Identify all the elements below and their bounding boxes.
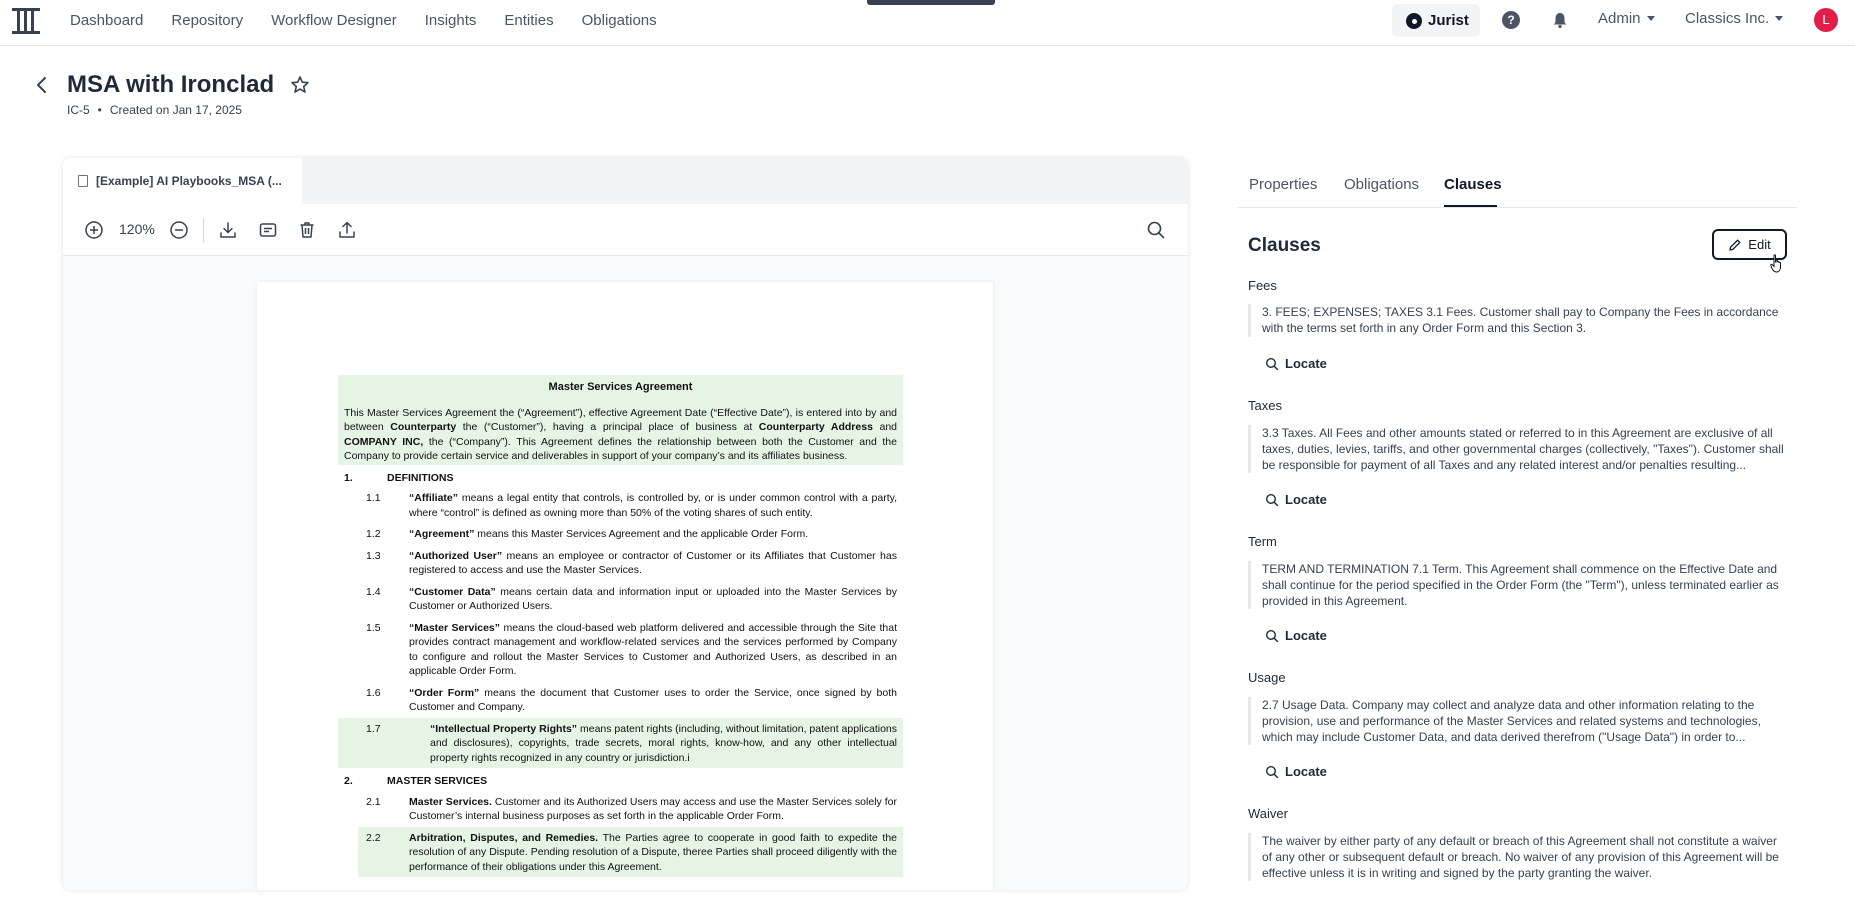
active-tab-indicator: [1444, 205, 1497, 207]
nav-workflow-designer[interactable]: Workflow Designer: [271, 12, 397, 29]
help-icon[interactable]: ?: [1502, 11, 1520, 29]
nav-obligations[interactable]: Obligations: [582, 12, 657, 29]
chevron-down-icon: [1775, 16, 1784, 21]
tab-obligations[interactable]: Obligations: [1344, 176, 1419, 193]
doc-highlight-intro: Master Services Agreement This Master Se…: [338, 375, 903, 465]
document-canvas[interactable]: Master Services Agreement This Master Se…: [63, 256, 1188, 890]
top-nav: Dashboard Repository Workflow Designer I…: [0, 0, 1855, 46]
clause-text-usage: 2.7 Usage Data. Company may collect and …: [1248, 697, 1788, 745]
file-tab[interactable]: [Example] AI Playbooks_MSA (...: [63, 158, 302, 204]
nav-entities[interactable]: Entities: [504, 12, 553, 29]
admin-menu[interactable]: Admin: [1598, 10, 1655, 27]
back-icon[interactable]: [34, 76, 50, 94]
toolbar-divider: [203, 218, 204, 242]
locate-search-icon: [1265, 493, 1279, 506]
jurist-label: Jurist: [1428, 12, 1469, 29]
file-tab-label: [Example] AI Playbooks_MSA (...: [96, 174, 282, 188]
locate-label: Locate: [1285, 628, 1327, 643]
avatar[interactable]: L: [1814, 8, 1838, 32]
zoom-out-icon[interactable]: [169, 220, 189, 240]
clause-text-waiver: The waiver by either party of any defaul…: [1248, 833, 1788, 881]
record-id: IC-5: [67, 103, 90, 117]
nav-repository[interactable]: Repository: [171, 12, 243, 29]
tab-properties[interactable]: Properties: [1249, 176, 1317, 193]
document-page: Master Services Agreement This Master Se…: [257, 282, 993, 890]
doc-clause: 2.1 Master Services. Customer and its Aut…: [366, 795, 897, 823]
nav-items: Dashboard Repository Workflow Designer I…: [70, 0, 685, 40]
bell-icon[interactable]: [1551, 11, 1569, 29]
doc-definition: 1.6 “Order Form” means the document that …: [366, 686, 897, 714]
clause-label-usage: Usage: [1248, 670, 1286, 685]
meta-separator: •: [97, 103, 102, 117]
zoom-in-icon[interactable]: [84, 220, 104, 240]
locate-button-term[interactable]: Locate: [1265, 628, 1327, 643]
comment-icon[interactable]: [258, 220, 278, 240]
locate-button-usage[interactable]: Locate: [1265, 764, 1327, 779]
doc-section-heading: 2. MASTER SERVICES: [344, 775, 488, 787]
download-icon[interactable]: [218, 220, 238, 240]
edit-label: Edit: [1748, 237, 1771, 252]
clause-text-taxes: 3.3 Taxes. All Fees and other amounts st…: [1248, 425, 1788, 473]
viewer-toolbar: 120%: [63, 204, 1188, 256]
org-menu[interactable]: Classics Inc.: [1685, 10, 1784, 27]
org-label: Classics Inc.: [1685, 10, 1770, 27]
chevron-down-icon: [1646, 16, 1655, 21]
doc-definition: 1.1 “Affiliate” means a legal entity that…: [366, 492, 897, 519]
doc-title: Master Services Agreement: [548, 381, 693, 393]
doc-clause-highlighted: 2.2 Arbitration, Disputes, and Remedies. …: [358, 826, 903, 877]
logo-icon[interactable]: [12, 6, 40, 36]
star-icon[interactable]: [290, 75, 310, 95]
clause-label-term: Term: [1248, 534, 1277, 549]
clause-text-term: TERM AND TERMINATION 7.1 Term. This Agre…: [1248, 561, 1788, 609]
nav-insights[interactable]: Insights: [425, 12, 477, 29]
clauses-heading: Clauses: [1248, 235, 1321, 256]
doc-definition: 1.4 “Customer Data” means certain data an…: [366, 585, 897, 613]
locate-button-fees[interactable]: Locate: [1265, 356, 1327, 371]
locate-label: Locate: [1285, 356, 1327, 371]
pencil-icon: [1729, 239, 1741, 251]
record-meta: IC-5 • Created on Jan 17, 2025: [67, 103, 242, 117]
pdf-file-icon: [78, 175, 88, 187]
locate-button-taxes[interactable]: Locate: [1265, 492, 1327, 507]
jurist-icon: [1406, 12, 1422, 29]
locate-search-icon: [1265, 765, 1279, 778]
nav-dashboard[interactable]: Dashboard: [70, 12, 143, 29]
document-content: Master Services Agreement This Master Se…: [338, 375, 903, 877]
file-tabbar: [Example] AI Playbooks_MSA (...: [63, 158, 1188, 204]
admin-label: Admin: [1598, 10, 1641, 27]
page-title: MSA with Ironclad: [67, 71, 275, 98]
locate-label: Locate: [1285, 492, 1327, 507]
locate-label: Locate: [1285, 764, 1327, 779]
locate-search-icon: [1265, 357, 1279, 370]
clause-label-fees: Fees: [1248, 278, 1277, 293]
trash-icon[interactable]: [297, 220, 317, 240]
clause-label-taxes: Taxes: [1248, 398, 1282, 413]
panel-tabs: Properties Obligations Clauses: [1237, 160, 1797, 208]
document-viewer: [Example] AI Playbooks_MSA (... 120% Mas…: [63, 158, 1188, 890]
search-icon[interactable]: [1146, 220, 1166, 240]
doc-definition: 1.3 “Authorized User” means an employee o…: [366, 549, 897, 577]
zoom-level: 120%: [119, 221, 155, 237]
doc-definition: 1.2 “Agreement” means this Master Service…: [366, 528, 809, 540]
doc-section-heading: 1. DEFINITIONS: [344, 471, 454, 484]
clause-text-fees: 3. FEES; EXPENSES; TAXES 3.1 Fees. Custo…: [1248, 304, 1788, 337]
created-date: Created on Jan 17, 2025: [109, 103, 242, 117]
doc-definition: 1.5 “Master Services” means the cloud-bas…: [366, 621, 897, 678]
doc-definition-highlighted: 1.7 “Intellectual Property Rights” means …: [338, 717, 903, 768]
locate-search-icon: [1265, 629, 1279, 642]
jurist-button[interactable]: Jurist: [1392, 4, 1480, 37]
upload-icon[interactable]: [337, 220, 357, 240]
tab-clauses[interactable]: Clauses: [1444, 176, 1502, 193]
window-notch: [867, 0, 995, 5]
doc-intro: This Master Services Agreement the (“Agr…: [344, 406, 898, 463]
hand-cursor-icon: [1770, 254, 1781, 273]
clause-label-waiver: Waiver: [1248, 806, 1288, 821]
